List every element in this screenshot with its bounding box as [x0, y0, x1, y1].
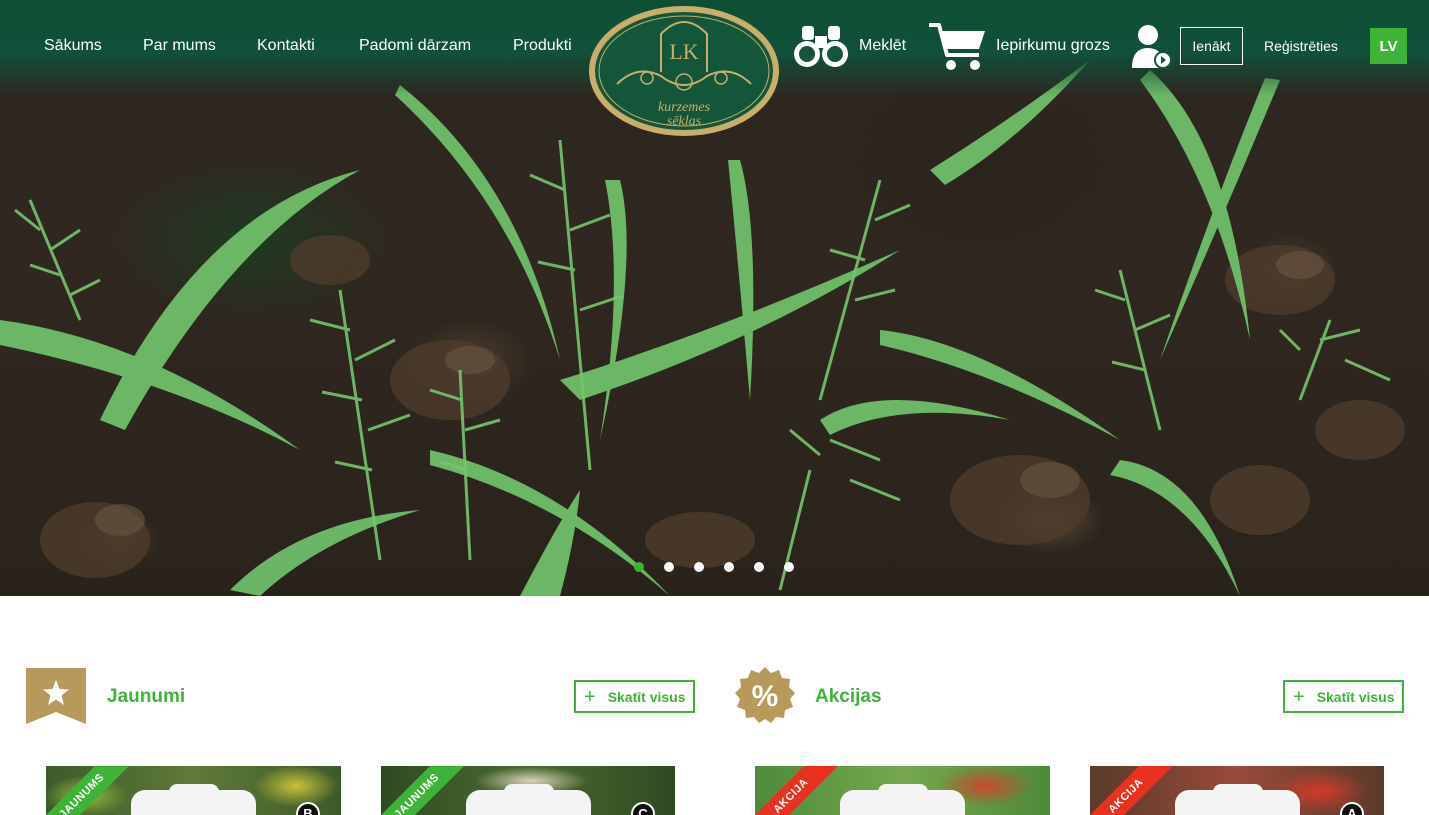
register-link[interactable]: Reģistrēties [1264, 38, 1338, 54]
section-title-new: Jaunumi [107, 686, 186, 707]
seed-packet [1175, 784, 1300, 815]
seed-packet [131, 784, 256, 815]
slider-dot-1[interactable] [634, 562, 644, 572]
login-button[interactable]: Ienākt [1180, 27, 1243, 65]
user-icon[interactable] [1130, 24, 1172, 70]
search-link[interactable]: Meklēt [859, 37, 906, 55]
product-card[interactable]: JAUNUMS B [46, 766, 341, 815]
view-all-sale-button[interactable]: + Skatīt visus [1283, 680, 1404, 713]
product-card[interactable]: JAUNUMS C [381, 766, 675, 815]
site-logo[interactable]: LK kurzemes sēklas [587, 4, 781, 138]
nav-link-contacts[interactable]: Kontakti [257, 37, 315, 55]
percent-icon-text: % [752, 680, 779, 713]
nav-link-products[interactable]: Produkti [513, 37, 572, 55]
section-title-sale: Akcijas [815, 686, 882, 707]
seed-packet [466, 784, 591, 815]
logo-line1: kurzemes [658, 100, 711, 115]
seed-packet [840, 784, 965, 815]
slider-dot-4[interactable] [724, 562, 734, 572]
slider-dots [634, 562, 794, 572]
plus-icon: + [584, 685, 596, 708]
view-all-sale-label: Skatīt visus [1316, 688, 1395, 705]
view-all-new-label: Skatīt visus [607, 688, 686, 705]
nav-link-garden-tips[interactable]: Padomi dārzam [359, 37, 471, 55]
logo-line2: sēklas [667, 114, 702, 129]
shopping-cart-icon[interactable] [927, 21, 987, 73]
language-selector[interactable]: LV [1370, 28, 1407, 64]
cart-link[interactable]: Iepirkumu grozs [996, 37, 1110, 55]
view-all-new-button[interactable]: + Skatīt visus [574, 680, 695, 713]
slider-dot-5[interactable] [754, 562, 764, 572]
logo-emblem: LK kurzemes sēklas [589, 6, 779, 136]
nav-link-about[interactable]: Par mums [143, 37, 216, 55]
product-card[interactable]: AKCIJA A [1090, 766, 1384, 815]
binoculars-icon[interactable] [793, 22, 849, 70]
percent-icon: % [735, 665, 795, 725]
logo-monogram: LK [669, 39, 698, 64]
product-card[interactable]: AKCIJA [755, 766, 1050, 815]
slider-dot-3[interactable] [694, 562, 704, 572]
star-icon [26, 668, 86, 724]
slider-dot-2[interactable] [664, 562, 674, 572]
slider-dot-6[interactable] [784, 562, 794, 572]
nav-link-home[interactable]: Sākums [44, 37, 102, 55]
plus-icon: + [1293, 685, 1305, 708]
